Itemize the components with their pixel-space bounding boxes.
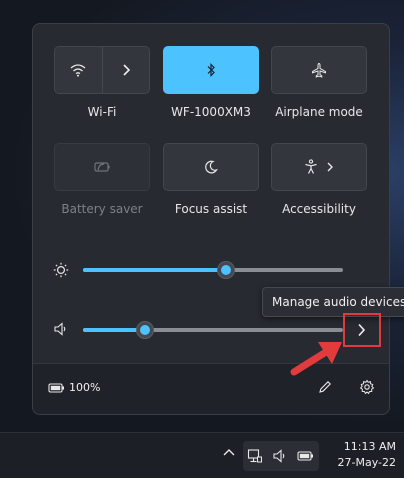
- focus-assist-tile[interactable]: [163, 143, 259, 191]
- battery-percentage: 100%: [69, 381, 101, 394]
- brightness-slider-thumb[interactable]: [217, 261, 235, 279]
- brightness-icon: [53, 262, 69, 278]
- speaker-icon: [53, 322, 69, 336]
- speaker-icon: [272, 449, 288, 463]
- battery-icon: [297, 450, 315, 462]
- accessibility-tile[interactable]: [271, 143, 367, 191]
- annotation-arrow-icon: [290, 342, 342, 376]
- wifi-toggle[interactable]: [55, 47, 102, 93]
- airplane-mode-label: Airplane mode: [275, 105, 363, 119]
- brightness-slider-fill: [83, 268, 226, 272]
- chevron-right-icon: [121, 64, 131, 76]
- bluetooth-icon: [206, 63, 216, 77]
- airplane-mode-tile[interactable]: [271, 46, 367, 94]
- accessibility-icon: [304, 159, 318, 175]
- moon-icon: [204, 160, 218, 174]
- accessibility-label: Accessibility: [282, 202, 356, 216]
- brightness-slider[interactable]: [83, 268, 343, 272]
- chevron-right-icon: [326, 162, 334, 172]
- annotation-highlight-box: [343, 313, 381, 347]
- clock-time: 11:13 AM: [343, 440, 396, 453]
- volume-slider-thumb[interactable]: [136, 321, 155, 339]
- quick-settings-tray-button[interactable]: [243, 441, 319, 471]
- chevron-up-icon[interactable]: [222, 447, 236, 457]
- bluetooth-label: WF-1000XM3: [171, 105, 251, 119]
- network-icon: [247, 448, 263, 464]
- focus-assist-label: Focus assist: [174, 202, 248, 216]
- manage-audio-devices-tooltip: Manage audio devices: [262, 287, 404, 317]
- battery-saver-label: Battery saver: [61, 202, 143, 216]
- battery-saver-tile[interactable]: [54, 143, 150, 191]
- airplane-icon: [311, 62, 327, 78]
- gear-icon[interactable]: [359, 379, 375, 395]
- bluetooth-tile[interactable]: [163, 46, 259, 94]
- edit-icon[interactable]: [317, 379, 333, 395]
- taskbar-clock[interactable]: 11:13 AM 27-May-22: [338, 439, 396, 471]
- clock-date: 27-May-22: [337, 456, 396, 469]
- taskbar: 11:13 AM 27-May-22: [0, 432, 404, 478]
- wifi-icon: [70, 63, 86, 77]
- battery-icon[interactable]: [48, 382, 66, 394]
- wifi-label: Wi-Fi: [87, 105, 117, 119]
- wifi-tile: [54, 46, 150, 94]
- battery-saver-icon: [93, 161, 111, 173]
- wifi-expand-button[interactable]: [101, 47, 150, 93]
